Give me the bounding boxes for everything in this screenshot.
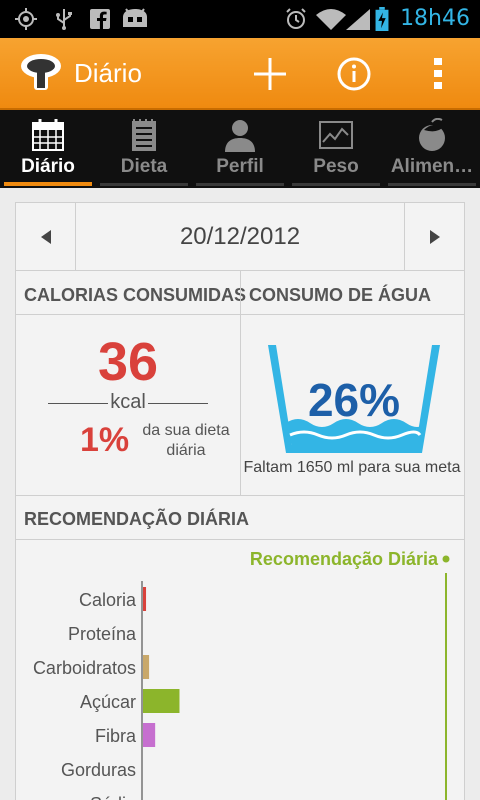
app-logo-icon[interactable] xyxy=(18,50,64,96)
section-divider xyxy=(16,539,464,540)
android-icon xyxy=(123,8,147,27)
tab-label: Dieta xyxy=(120,156,168,177)
battery-icon xyxy=(375,7,389,31)
diet-percent-description: da sua dieta diária xyxy=(142,422,230,459)
water-percent: 26% xyxy=(307,374,401,426)
status-bar: 18h46 xyxy=(0,0,480,38)
clock-time: 18h46 xyxy=(400,6,470,31)
tab-bar: Diário Dieta Perfil Peso Alimen… xyxy=(0,110,480,188)
recommendation-heading: RECOMENDAÇÃO DIÁRIA xyxy=(24,509,249,529)
tab-indicator xyxy=(292,183,380,186)
next-day-button[interactable] xyxy=(404,203,464,271)
divider-line xyxy=(148,403,208,404)
calories-value: 36 xyxy=(97,332,159,392)
diary-card: 20/12/2012 CALORIAS CONSUMIDAS CONSUMO D… xyxy=(15,202,465,800)
usb-icon xyxy=(56,9,72,30)
calendar-icon xyxy=(32,119,64,151)
water-heading: CONSUMO DE ÁGUA xyxy=(249,285,432,305)
category-label: Sódio xyxy=(90,794,136,800)
bar-açúcar xyxy=(143,689,180,713)
category-label: Fibra xyxy=(95,726,137,746)
chart-icon xyxy=(319,121,353,149)
tab-label: Peso xyxy=(313,156,359,177)
right-arrow-icon xyxy=(430,230,440,244)
tab-peso[interactable]: Peso xyxy=(288,110,384,188)
category-label: Caloria xyxy=(79,590,137,610)
overflow-menu-icon[interactable] xyxy=(418,54,458,94)
tab-indicator xyxy=(4,182,92,186)
category-label: Proteína xyxy=(68,624,137,644)
wifi-icon xyxy=(316,9,346,30)
signal-icon xyxy=(346,9,370,30)
bar-fibra xyxy=(143,723,156,747)
date-navigator: 20/12/2012 xyxy=(16,203,464,271)
add-icon[interactable] xyxy=(250,54,290,94)
tab-perfil[interactable]: Perfil xyxy=(192,110,288,188)
gps-icon xyxy=(15,8,37,30)
section-divider xyxy=(16,314,464,315)
reference-marker xyxy=(442,555,450,563)
bar-carboidratos xyxy=(143,655,150,679)
tab-indicator xyxy=(100,183,188,186)
notebook-icon xyxy=(132,119,156,151)
category-label: Gorduras xyxy=(61,760,136,780)
person-icon xyxy=(225,120,255,152)
action-bar: Diário xyxy=(0,38,480,110)
section-divider xyxy=(16,495,464,496)
food-icon xyxy=(419,118,445,151)
category-label: Carboidratos xyxy=(33,658,136,678)
calories-heading: CALORIAS CONSUMIDAS xyxy=(24,285,247,305)
water-caption: Faltam 1650 ml para sua meta xyxy=(243,459,461,476)
tab-label: Alimen… xyxy=(390,156,474,177)
info-icon[interactable] xyxy=(334,54,374,94)
tab-indicator xyxy=(388,183,476,186)
tab-label: Perfil xyxy=(216,156,264,177)
tab-label: Diário xyxy=(21,156,75,177)
tab-dieta[interactable]: Dieta xyxy=(96,110,192,188)
screen-title: Diário xyxy=(74,58,142,88)
left-arrow-icon xyxy=(41,230,51,244)
tab-indicator xyxy=(196,183,284,186)
previous-day-button[interactable] xyxy=(16,203,76,271)
tab-alimentos[interactable]: Alimen… xyxy=(384,110,480,188)
bar-caloria xyxy=(143,587,147,611)
category-label: Açúcar xyxy=(80,692,136,712)
facebook-icon xyxy=(90,9,110,29)
kcal-unit-row: kcal xyxy=(48,391,208,415)
recommendation-legend: Recomendação Diária xyxy=(249,549,438,569)
current-date: 20/12/2012 xyxy=(179,223,301,250)
tab-diario[interactable]: Diário xyxy=(0,110,96,188)
diet-percent: 1% xyxy=(80,421,130,459)
alarm-icon xyxy=(286,8,306,29)
nutrient-bar-chart: Caloria Proteína Carboidratos Açúcar Fibra Go… xyxy=(33,555,450,800)
